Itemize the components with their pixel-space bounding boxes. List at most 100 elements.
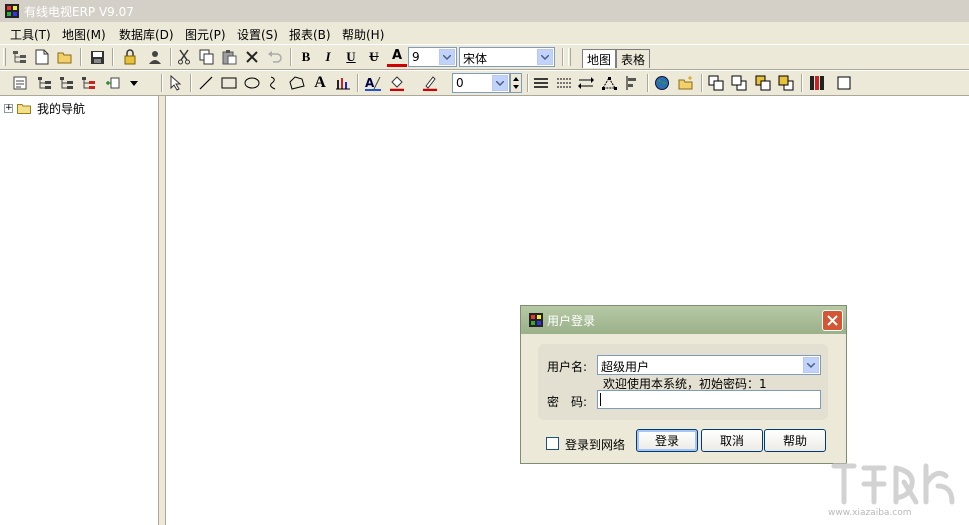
- toolbar-grip[interactable]: [3, 48, 6, 66]
- bold-button[interactable]: B: [296, 47, 316, 67]
- separator: [290, 48, 292, 66]
- underline-button[interactable]: U: [341, 47, 361, 67]
- globe-button[interactable]: [652, 73, 672, 93]
- app-icon: [529, 313, 543, 327]
- separator: [801, 74, 803, 92]
- arrow-style-button[interactable]: [576, 73, 596, 93]
- ellipse-icon: [244, 77, 260, 89]
- title-bar: 有线电视ERP V9.07: [0, 0, 969, 22]
- polygon-tool-button[interactable]: [287, 73, 307, 93]
- toolbar-grip[interactable]: [568, 48, 571, 66]
- password-label: 密 码:: [547, 395, 588, 409]
- line-width-select[interactable]: 0: [452, 73, 510, 93]
- expand-icon[interactable]: +: [4, 103, 13, 113]
- undo-button[interactable]: [265, 47, 285, 67]
- menu-settings[interactable]: 设置(S): [237, 26, 278, 43]
- new-button[interactable]: [32, 47, 52, 67]
- save-button[interactable]: [87, 47, 107, 67]
- border-button[interactable]: [834, 73, 854, 93]
- menu-tools[interactable]: 工具(T): [10, 26, 51, 43]
- password-field[interactable]: [597, 390, 821, 409]
- delete-button[interactable]: [242, 47, 262, 67]
- font-name-select[interactable]: 宋体: [459, 47, 555, 67]
- dialog-title-bar: 用户登录: [521, 306, 846, 334]
- select-tool-button[interactable]: [166, 73, 186, 93]
- tree-view-button[interactable]: [10, 47, 30, 67]
- bring-forward-button[interactable]: [753, 73, 773, 93]
- lock-button[interactable]: [120, 47, 140, 67]
- copy-button[interactable]: [197, 47, 217, 67]
- strikethrough-button[interactable]: U: [364, 47, 384, 67]
- window-title: 有线电视ERP V9.07: [24, 5, 134, 19]
- chevron-down-icon[interactable]: [439, 49, 455, 65]
- open-button[interactable]: [55, 47, 75, 67]
- chart-tool-button[interactable]: [333, 73, 353, 93]
- freehand-tool-button[interactable]: [264, 73, 284, 93]
- nav-collapse-button[interactable]: [57, 73, 77, 93]
- send-backward-button[interactable]: [776, 73, 796, 93]
- user-icon: [149, 51, 161, 64]
- line-tool-button[interactable]: [196, 73, 216, 93]
- node-edit-button[interactable]: [599, 73, 619, 93]
- line-width-spinner[interactable]: [510, 73, 522, 93]
- line-style-solid-button[interactable]: [531, 73, 551, 93]
- send-backward-icon: [778, 75, 794, 91]
- separator: [161, 74, 163, 92]
- tree-node-my-navigation[interactable]: + 我的导航: [4, 100, 85, 116]
- bring-front-button[interactable]: [706, 73, 726, 93]
- menu-help[interactable]: 帮助(H): [342, 26, 384, 43]
- fill-color-button[interactable]: [387, 73, 407, 93]
- italic-button[interactable]: I: [318, 47, 338, 67]
- ellipse-tool-button[interactable]: [242, 73, 262, 93]
- undo-icon: [268, 51, 282, 63]
- new-folder-icon: [678, 76, 693, 90]
- paste-button[interactable]: [219, 47, 239, 67]
- nav-dropdown-button[interactable]: [124, 73, 144, 93]
- spin-arrows-icon: [513, 77, 519, 89]
- nav-tree-red-button[interactable]: [79, 73, 99, 93]
- tab-table[interactable]: 表格: [616, 49, 651, 68]
- palette-icon: [810, 76, 824, 90]
- copy-icon: [199, 49, 214, 65]
- line-color-button[interactable]: [420, 73, 440, 93]
- nav-refresh-button[interactable]: [10, 73, 30, 93]
- align-button[interactable]: [622, 73, 642, 93]
- palette-button[interactable]: [807, 73, 827, 93]
- folder-icon: [17, 103, 31, 114]
- new-file-icon: [35, 49, 49, 65]
- menu-report[interactable]: 报表(B): [289, 26, 331, 43]
- menu-database[interactable]: 数据库(D): [119, 26, 174, 43]
- new-layer-button[interactable]: [676, 73, 696, 93]
- text-style-icon: A: [365, 76, 381, 91]
- login-to-network-checkbox[interactable]: [546, 437, 559, 450]
- nav-expand-button[interactable]: [35, 73, 55, 93]
- username-select[interactable]: 超级用户: [597, 355, 821, 375]
- cut-button[interactable]: [174, 47, 194, 67]
- toolbar-standard: B I U U A 9 宋体 地图 表格: [0, 44, 969, 70]
- chevron-down-icon[interactable]: [492, 75, 508, 91]
- menu-map[interactable]: 地图(M): [62, 26, 106, 43]
- close-button[interactable]: [822, 310, 843, 331]
- polygon-icon: [289, 76, 305, 90]
- text-style-button[interactable]: A: [363, 73, 383, 93]
- chevron-down-icon[interactable]: [803, 357, 819, 373]
- user-button[interactable]: [145, 47, 165, 67]
- menu-element[interactable]: 图元(P): [185, 26, 226, 43]
- font-size-select[interactable]: 9: [408, 47, 457, 67]
- line-icon: [199, 76, 213, 90]
- separator: [190, 74, 192, 92]
- text-tool-button[interactable]: A: [310, 73, 330, 93]
- line-width-value: 0: [456, 76, 464, 90]
- send-back-button[interactable]: [729, 73, 749, 93]
- chevron-down-icon[interactable]: [537, 49, 553, 65]
- cancel-button[interactable]: 取消: [701, 429, 763, 452]
- username-label: 用户名:: [547, 360, 588, 374]
- rectangle-tool-button[interactable]: [219, 73, 239, 93]
- font-color-button[interactable]: A: [387, 47, 407, 67]
- line-style-dash-button[interactable]: [554, 73, 574, 93]
- login-button[interactable]: 登录: [636, 429, 698, 452]
- tab-map[interactable]: 地图: [582, 49, 617, 68]
- globe-icon: [655, 76, 669, 90]
- nav-add-button[interactable]: [103, 73, 123, 93]
- help-button[interactable]: 帮助: [764, 429, 826, 452]
